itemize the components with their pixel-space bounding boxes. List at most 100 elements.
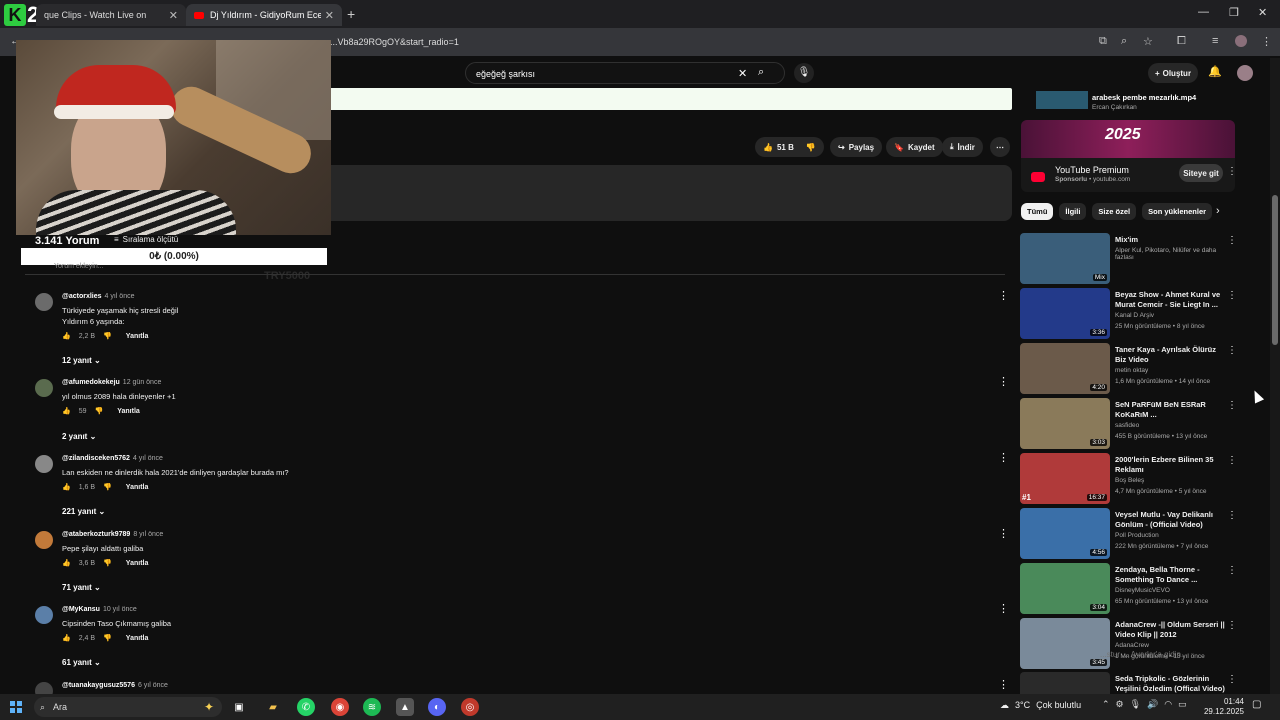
video-thumbnail[interactable]: 3:03 [1020,398,1110,449]
more-icon[interactable]: ⋮ [1227,510,1237,521]
scrollbar-thumb[interactable] [1272,195,1278,345]
more-icon[interactable]: ⋮ [1227,235,1237,246]
thumbs-down-icon[interactable]: 👎 [95,407,104,415]
premium-ad-card[interactable]: 2025 YouTube Premium Sponsorlu • youtube… [1021,120,1235,192]
chrome-icon[interactable]: ◉ [331,698,349,716]
close-window-icon[interactable]: ✕ [1258,6,1267,19]
more-icon[interactable]: ⋮ [1227,565,1237,576]
reply-button[interactable]: Yanıtla [126,635,149,642]
recommendation-item[interactable]: #1 16:37 2000'lerin Ezbere Bilinen 35 Re… [1020,453,1240,505]
file-explorer-icon[interactable]: ▰ [264,698,282,716]
search-input[interactable]: eğeğeğ şarkısı [476,69,535,79]
recommendation-item[interactable]: Mix Mix'im Alper Kul, Pikotaro, Nilüfer … [1020,233,1240,285]
share-button[interactable]: ↪ Paylaş [830,137,883,157]
chevron-up-icon[interactable]: ⌃ [1102,699,1110,710]
chevron-right-icon[interactable]: › [1216,205,1220,217]
media-icon[interactable]: ≡ [1212,35,1218,47]
more-icon[interactable]: ⋮ [1227,166,1235,177]
replies-toggle[interactable]: 2 yanıt ⌄ [62,432,96,441]
taskbar-search[interactable]: ⌕ Ara ✦ [34,697,222,717]
replies-toggle[interactable]: 221 yanıt ⌄ [62,507,105,516]
recommendation-item[interactable]: Seda Tripkolic - Gözlerinin Yeşilini Özl… [1020,672,1240,694]
microphone-icon[interactable]: 🎙 [1130,699,1141,710]
thumbs-up-icon[interactable]: 👍 [62,634,71,642]
comment-author[interactable]: @tuanakaygusuz5576 6 yıl önce [62,682,168,689]
video-title[interactable]: SeN PaRFüM BeN ESRaR KoKaRıM ... [1115,400,1225,420]
reply-button[interactable]: Yanıtla [126,484,149,491]
battery-icon[interactable]: ▭ [1178,699,1187,710]
avatar[interactable] [1237,65,1253,81]
replies-toggle[interactable]: 71 yanıt ⌄ [62,583,101,592]
video-title[interactable]: Beyaz Show - Ahmet Kural ve Murat Cemcir… [1115,290,1225,310]
video-title[interactable]: 2000'lerin Ezbere Bilinen 35 Reklamı [1115,455,1225,475]
recorder-icon[interactable]: ◎ [461,698,479,716]
install-app-icon[interactable]: ⧉ [1099,35,1107,48]
video-thumbnail[interactable] [1020,672,1110,694]
whatsapp-icon[interactable]: ✆ [297,698,315,716]
comment-author[interactable]: @afumedokekeju 12 gün önce [62,379,161,386]
more-icon[interactable]: ⋮ [998,602,1009,615]
tab-kick-clips[interactable]: que Clips - Watch Live on ✕ [36,4,186,26]
network-app-icon[interactable]: ⚙ [1116,699,1124,710]
playlist-prev-thumbnail[interactable] [1036,91,1088,109]
video-title[interactable]: Veysel Mutlu - Vay Delikanlı Gönlüm - (O… [1115,510,1225,530]
browser-menu-icon[interactable]: ⋮ [1261,35,1272,48]
app-icon[interactable]: ▲ [396,698,414,716]
recommendation-item[interactable]: 4:20 Taner Kaya - Ayrılsak Ölürüz Biz Vi… [1020,343,1240,395]
url-field[interactable]: ...Vb8a29ROgOY&start_radio=1 [330,37,459,47]
thumbs-up-icon[interactable]: 👍 [62,483,71,491]
zoom-icon[interactable]: ⌕ [1121,35,1127,48]
more-icon[interactable]: ⋮ [1227,400,1237,411]
avatar[interactable] [35,455,53,473]
close-icon[interactable]: ✕ [169,9,178,22]
comment-author[interactable]: @zilandisceken5762 4 yıl önce [62,455,163,462]
video-thumbnail[interactable]: 4:20 [1020,343,1110,394]
visit-site-button[interactable]: Siteye git [1179,164,1223,182]
add-comment-input[interactable]: Yorum ekleyin... [54,263,104,270]
more-icon[interactable]: ⋮ [998,678,1009,691]
video-thumbnail[interactable]: Mix [1020,233,1110,284]
like-button[interactable]: 👍 51 B 👎 [755,137,824,157]
more-icon[interactable]: ⋮ [1227,620,1237,631]
thumbs-down-icon[interactable]: 👎 [103,483,112,491]
playlist-prev-title[interactable]: arabesk pembe mezarlık.mp4 [1092,93,1196,102]
more-icon[interactable]: ⋮ [1227,674,1237,685]
recommendation-item[interactable]: 3:45 AdanaCrew -|| Oldum Serseri || Vide… [1020,618,1240,670]
video-title[interactable]: Mix'im [1115,235,1225,245]
thumbs-up-icon[interactable]: 👍 [62,559,71,567]
bell-icon[interactable]: 🔔 [1208,65,1222,78]
video-thumbnail[interactable]: 3:04 [1020,563,1110,614]
download-button[interactable]: ⤓ İndir [942,137,983,157]
chip-for-you[interactable]: Size özel [1092,203,1137,220]
avatar[interactable] [35,293,53,311]
wifi-icon[interactable]: ◠ [1164,699,1172,710]
windows-start-icon[interactable] [10,701,22,713]
more-icon[interactable]: ⋮ [1227,455,1237,466]
restore-icon[interactable]: ❐ [1229,6,1239,19]
recommendation-item[interactable]: 3:04 Zendaya, Bella Thorne - Something T… [1020,563,1240,615]
clear-icon[interactable]: ✕ [738,67,747,80]
speaker-icon[interactable]: 🔊 [1147,699,1158,710]
thumbs-down-icon[interactable]: 👎 [103,559,112,567]
new-tab-icon[interactable]: + [347,6,355,22]
video-thumbnail[interactable]: 3:36 [1020,288,1110,339]
discord-icon[interactable]: ◐ [428,698,446,716]
thumbs-up-icon[interactable]: 👍 [62,332,71,340]
create-button[interactable]: + Oluştur [1148,63,1198,83]
star-icon[interactable]: ☆ [1143,35,1153,48]
ad-banner[interactable] [331,88,1012,110]
replies-toggle[interactable]: 12 yanıt ⌄ [62,356,101,365]
extensions-icon[interactable]: ⧠ [1177,35,1186,48]
reply-button[interactable]: Yanıtla [117,408,140,415]
recommendation-item[interactable]: 3:03 SeN PaRFüM BeN ESRaR KoKaRıM ... sa… [1020,398,1240,450]
spotify-icon[interactable]: ≋ [363,698,381,716]
video-title[interactable]: Seda Tripkolic - Gözlerinin Yeşilini Özl… [1115,674,1225,694]
thumbs-up-icon[interactable]: 👍 [62,407,71,415]
thumbs-down-icon[interactable]: 👎 [806,143,816,152]
recommendation-item[interactable]: 4:56 Veysel Mutlu - Vay Delikanlı Gönlüm… [1020,508,1240,560]
video-thumbnail[interactable]: #1 16:37 [1020,453,1110,504]
more-actions-button[interactable]: ⋯ [990,137,1010,157]
search-box[interactable]: eğeğeğ şarkısı ✕ ⌕ [465,62,785,84]
video-title[interactable]: Taner Kaya - Ayrılsak Ölürüz Biz Video [1115,345,1225,365]
browser-profile-avatar[interactable] [1235,35,1247,47]
